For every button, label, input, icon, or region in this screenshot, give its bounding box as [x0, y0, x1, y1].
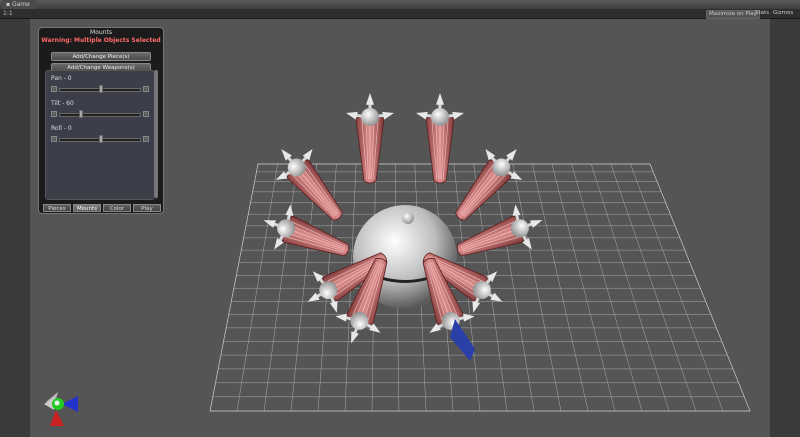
tab-color[interactable]: Color	[103, 204, 131, 212]
stats-toggle[interactable]: Stats	[753, 10, 771, 17]
tab-pieces[interactable]: Pieces	[43, 204, 71, 212]
mount-piece	[346, 93, 394, 184]
aspect-dropdown[interactable]: 1:1	[3, 9, 13, 18]
add-change-pieces-button[interactable]: Add/Change Piece(s)	[51, 52, 151, 61]
tilt-right-arrow-icon[interactable]: ›	[143, 111, 149, 117]
tilt-slider[interactable]: ‹ ›	[51, 110, 149, 118]
maximize-on-play-toggle[interactable]: Maximize on Play	[706, 10, 760, 19]
pan-right-arrow-icon[interactable]: ›	[143, 86, 149, 92]
panel-scrollbar[interactable]	[154, 70, 158, 200]
pan-slider[interactable]: ‹ ›	[51, 85, 149, 93]
selected-piece-highlight	[450, 319, 475, 361]
roll-label: Roll - 0	[51, 125, 72, 132]
gizmos-dropdown[interactable]: Gizmos	[771, 10, 795, 17]
axis-gizmo-icon	[44, 392, 78, 426]
mount-piece	[416, 93, 464, 184]
tilt-left-arrow-icon[interactable]: ‹	[51, 111, 57, 117]
tilt-slider-thumb[interactable]	[79, 110, 83, 118]
roll-slider[interactable]: ‹ ›	[51, 135, 149, 143]
pan-slider-thumb[interactable]	[99, 85, 103, 93]
roll-slider-thumb[interactable]	[99, 135, 103, 143]
tab-mounts[interactable]: Mounts	[73, 204, 101, 212]
tilt-label: Tilt - 60	[51, 100, 74, 107]
game-tab[interactable]: ▪ Game	[2, 0, 36, 9]
roll-left-arrow-icon[interactable]: ‹	[51, 136, 57, 142]
mount-piece	[275, 148, 343, 221]
pan-left-arrow-icon[interactable]: ‹	[51, 86, 57, 92]
pan-label: Pan - 0	[51, 75, 72, 82]
mount-piece	[455, 148, 523, 221]
multi-select-warning: Warning: Multiple Objects Selected	[41, 37, 161, 44]
mount-piece	[263, 204, 350, 257]
mounts-panel: Mounts Warning: Multiple Objects Selecte…	[38, 27, 164, 214]
game-toolbar: 1:1 Maximize on Play Stats Gizmos	[0, 9, 800, 19]
panel-tabs: Pieces Mounts Color Play	[43, 204, 161, 212]
roll-right-arrow-icon[interactable]: ›	[143, 136, 149, 142]
panel-title: Mounts	[90, 29, 112, 36]
tab-play[interactable]: Play	[133, 204, 161, 212]
